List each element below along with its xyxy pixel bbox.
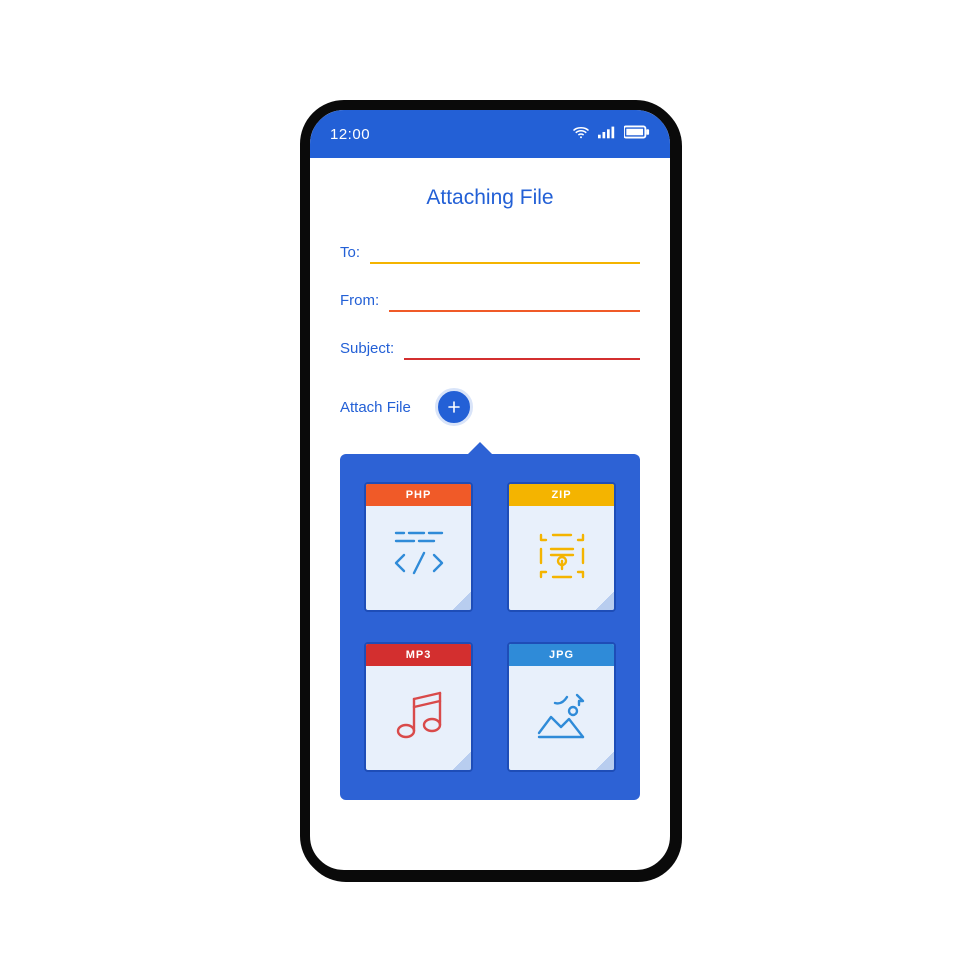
- subject-input[interactable]: [404, 340, 640, 360]
- archive-icon: [529, 523, 595, 594]
- image-icon: [527, 681, 597, 756]
- phone-frame: 12:00: [300, 100, 680, 880]
- from-field-row: From:: [340, 292, 640, 312]
- compose-form: Attaching File To: From: Subject: Attach…: [310, 158, 670, 800]
- file-type-popover: PHP: [340, 454, 640, 800]
- file-type-label: JPG: [509, 644, 614, 666]
- battery-icon: [624, 125, 650, 144]
- file-type-php[interactable]: PHP: [364, 482, 473, 612]
- music-icon: [384, 681, 454, 756]
- file-type-mp3[interactable]: MP3: [364, 642, 473, 772]
- page-title: Attaching File: [340, 186, 640, 210]
- status-bar: 12:00: [310, 110, 670, 158]
- attach-file-button[interactable]: [435, 388, 473, 426]
- from-input[interactable]: [389, 292, 640, 312]
- attach-file-label: Attach File: [340, 399, 411, 416]
- file-type-jpg[interactable]: JPG: [507, 642, 616, 772]
- to-input[interactable]: [370, 244, 640, 264]
- file-body: [366, 506, 471, 610]
- file-type-label: ZIP: [509, 484, 614, 506]
- file-type-label: MP3: [366, 644, 471, 666]
- file-body: [509, 666, 614, 770]
- code-icon: [384, 521, 454, 596]
- plus-icon: [447, 400, 461, 414]
- status-icons: [572, 125, 650, 144]
- file-type-zip[interactable]: ZIP: [507, 482, 616, 612]
- file-body: [366, 666, 471, 770]
- signal-icon: [598, 125, 616, 144]
- attach-row: Attach File: [340, 388, 640, 426]
- file-type-grid: PHP: [340, 454, 640, 800]
- file-type-label: PHP: [366, 484, 471, 506]
- wifi-icon: [572, 125, 590, 144]
- popover-arrow: [466, 442, 494, 456]
- file-body: [509, 506, 614, 610]
- from-label: From:: [340, 292, 379, 312]
- to-field-row: To:: [340, 244, 640, 264]
- to-label: To:: [340, 244, 360, 264]
- subject-label: Subject:: [340, 340, 394, 360]
- subject-field-row: Subject:: [340, 340, 640, 360]
- status-time: 12:00: [330, 126, 370, 143]
